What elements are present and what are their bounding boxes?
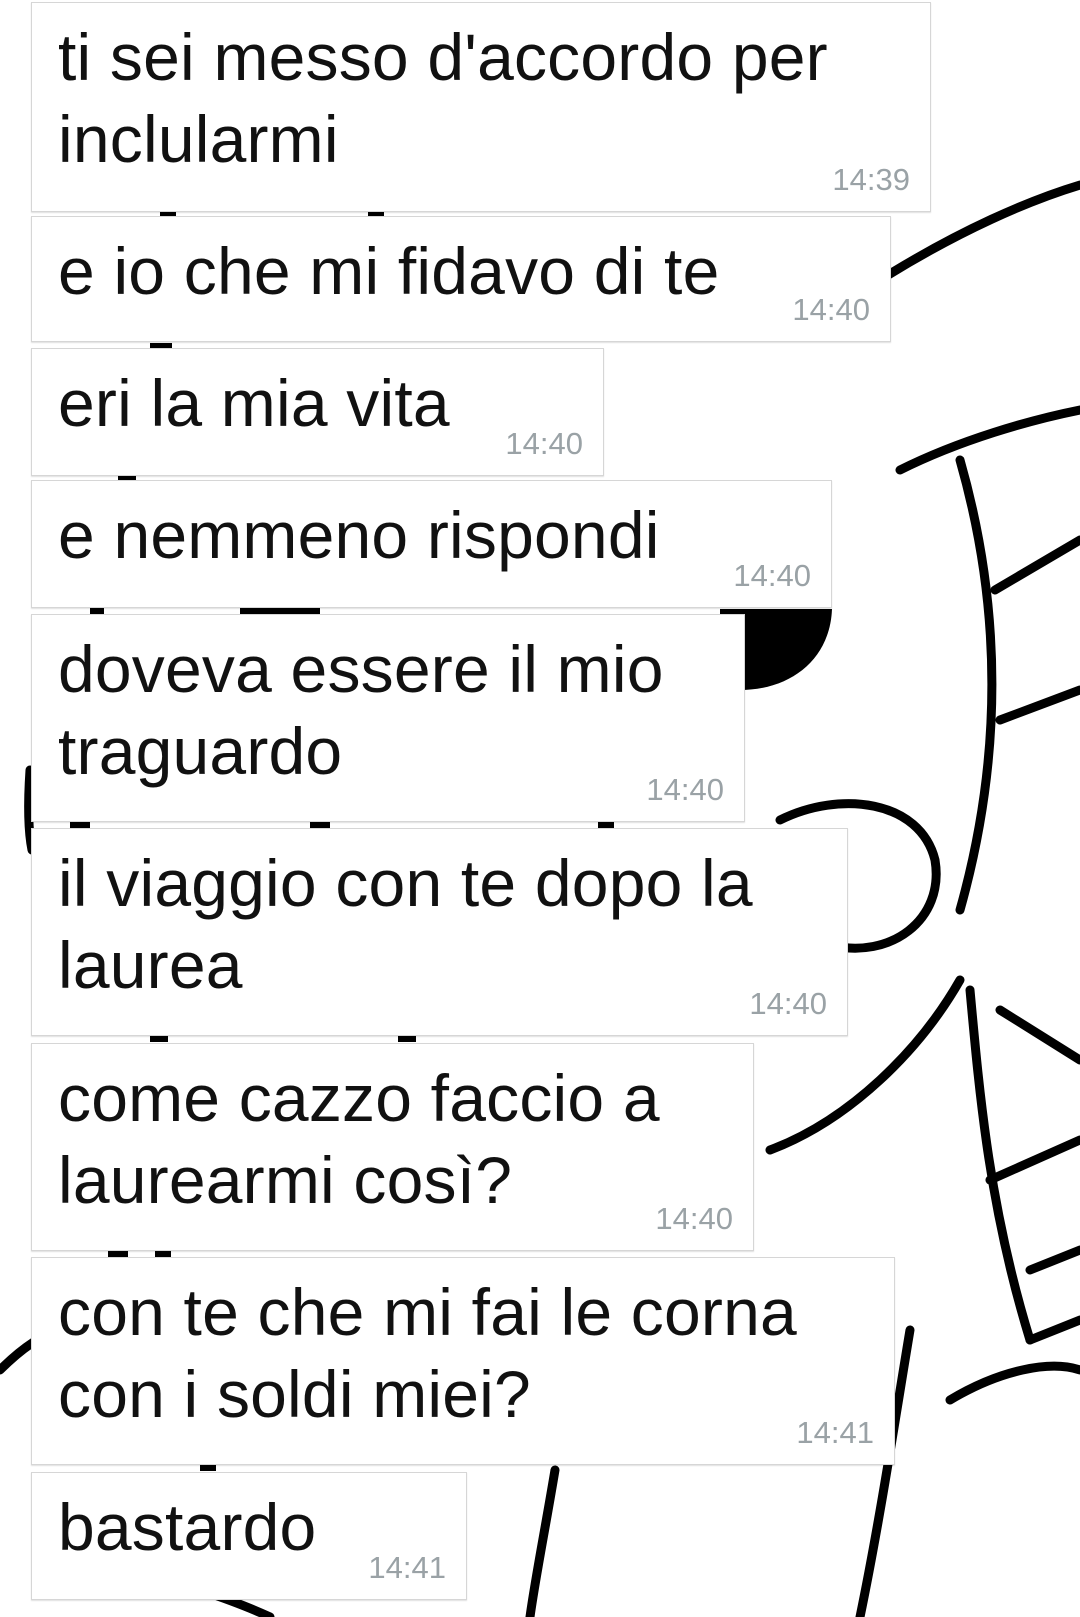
message-bubble[interactable]: come cazzo faccio a laurearmi così? 14:4… bbox=[31, 1043, 754, 1251]
message-text: bastardo bbox=[58, 1490, 317, 1564]
message-timestamp: 14:40 bbox=[749, 986, 827, 1021]
message-timestamp: 14:39 bbox=[832, 162, 910, 197]
message-bubble[interactable]: con te che mi fai le corna con i soldi m… bbox=[31, 1257, 895, 1465]
message-bubble[interactable]: bastardo 14:41 bbox=[31, 1472, 467, 1600]
message-text: ti sei messo d'accordo per inclularmi bbox=[58, 20, 828, 176]
message-bubble[interactable]: e nemmeno rispondi 14:40 bbox=[31, 480, 832, 608]
message-text: e nemmeno rispondi bbox=[58, 498, 660, 572]
message-timestamp: 14:41 bbox=[368, 1550, 446, 1585]
message-text: il viaggio con te dopo la laurea bbox=[58, 846, 753, 1002]
message-timestamp: 14:40 bbox=[733, 558, 811, 593]
message-bubble[interactable]: ti sei messo d'accordo per inclularmi 14… bbox=[31, 2, 931, 212]
message-text: con te che mi fai le corna con i soldi m… bbox=[58, 1275, 797, 1431]
message-text: doveva essere il mio traguardo bbox=[58, 632, 664, 788]
message-timestamp: 14:40 bbox=[792, 292, 870, 327]
message-text: eri la mia vita bbox=[58, 366, 450, 440]
message-bubble[interactable]: e io che mi fidavo di te 14:40 bbox=[31, 216, 891, 342]
message-timestamp: 14:40 bbox=[505, 426, 583, 461]
message-text: e io che mi fidavo di te bbox=[58, 234, 720, 308]
message-timestamp: 14:40 bbox=[655, 1201, 733, 1236]
message-bubble[interactable]: il viaggio con te dopo la laurea 14:40 bbox=[31, 828, 848, 1036]
message-bubble[interactable]: doveva essere il mio traguardo 14:40 bbox=[31, 614, 745, 822]
message-timestamp: 14:40 bbox=[646, 772, 724, 807]
message-timestamp: 14:41 bbox=[796, 1415, 874, 1450]
message-text: come cazzo faccio a laurearmi così? bbox=[58, 1061, 660, 1217]
chat-screen: { "chat": { "messages": [ { "text": "ti … bbox=[0, 0, 1080, 1617]
message-bubble[interactable]: eri la mia vita 14:40 bbox=[31, 348, 604, 476]
